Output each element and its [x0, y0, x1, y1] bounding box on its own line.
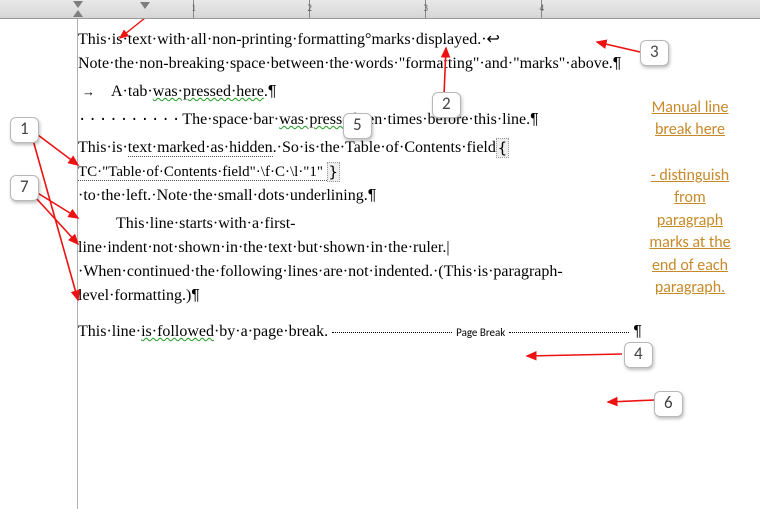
text: A·tab·: [111, 83, 153, 100]
callout-3: 3: [640, 40, 669, 66]
field-code: TC·"Table·of·Contents·field"·\f·C·\l·"1": [78, 164, 327, 181]
page-break-leader: [332, 332, 452, 333]
paragraph-page-break: This·line·is·followed·by·a·page·break. Pa…: [78, 320, 628, 344]
annotation-manual-line-break: Manual line break here: [630, 97, 750, 142]
text: marks·displayed.·: [371, 31, 486, 48]
text: .·So·is·the·Table·of·Contents·field: [273, 139, 496, 156]
pilcrow-mark: ¶: [268, 83, 277, 100]
annot-line: end of each: [652, 256, 728, 275]
ruler-num: 4: [540, 3, 545, 13]
field-brace-open: {: [496, 138, 509, 158]
callout-1: 1: [10, 117, 39, 143]
page-break-leader: [509, 332, 629, 333]
page-break-label: Page Break: [456, 326, 505, 339]
document-body[interactable]: This·is·text·with·all·non-printing·forma…: [78, 28, 628, 348]
text-grammar-wavy: was·pressed·here: [153, 83, 264, 100]
paragraph-tab: A·tab·was·pressed·here.¶: [78, 80, 628, 104]
tab-mark: [78, 83, 111, 100]
annot-line: paragraph.: [655, 278, 725, 297]
text: Note·the·non-breaking·space·between·the·…: [78, 55, 613, 72]
ruler[interactable]: 1 2 3 4: [0, 0, 760, 19]
annot-line: from: [674, 188, 705, 207]
leading-space-dots: ··········: [78, 112, 182, 128]
first-line-indent-marker-active[interactable]: [140, 2, 150, 9]
pilcrow-mark: ¶: [368, 187, 377, 204]
annot-line: paragraph: [657, 211, 723, 230]
callout-5: 5: [343, 113, 372, 139]
annot-line: marks at the: [649, 233, 730, 252]
text: This·line·: [78, 323, 141, 340]
ruler-ticks: 1 2 3 4: [78, 0, 760, 18]
field-brace-close: }: [327, 162, 340, 182]
text: This·line·starts·with·a·first-line·inden…: [78, 215, 563, 304]
first-line-indent-marker[interactable]: [73, 1, 83, 8]
annotation-distinguish: - distinguish from paragraph marks at th…: [625, 165, 755, 299]
paragraph-hidden: This·is·text·marked·as·hidden.·So·is·the…: [78, 136, 628, 208]
paragraph-1: This·is·text·with·all·non-printing·forma…: [78, 28, 628, 76]
paragraph-indent: This·line·starts·with·a·first-line·inden…: [78, 212, 628, 308]
text: ·to·the·left.·Note·the·small·dots·underl…: [78, 187, 368, 204]
callout-2: 2: [432, 92, 461, 118]
pilcrow-mark: ¶: [191, 287, 200, 304]
annot-line: Manual line: [652, 98, 729, 117]
callout-7: 7: [10, 175, 39, 201]
pilcrow-mark: ¶: [530, 111, 539, 128]
annot-line: - distinguish: [651, 166, 729, 185]
text: This·is·text·with·all·non-printing·forma…: [78, 31, 365, 48]
callout-4: 4: [624, 342, 653, 368]
callout-6: 6: [654, 391, 683, 417]
hanging-indent-marker[interactable]: [73, 10, 83, 17]
text-grammar-wavy: is·followed: [141, 323, 214, 340]
text: The·space·bar·: [182, 111, 279, 128]
pilcrow-mark: ¶: [613, 55, 622, 72]
pilcrow-mark: ¶: [633, 323, 642, 340]
text: This·is·: [78, 139, 128, 156]
annot-line: break here: [655, 120, 725, 139]
text: ·by·a·page·break.: [214, 323, 328, 340]
hidden-text-run: text·marked·as·hidden: [128, 139, 273, 157]
manual-line-break-mark: ↩: [487, 31, 500, 48]
